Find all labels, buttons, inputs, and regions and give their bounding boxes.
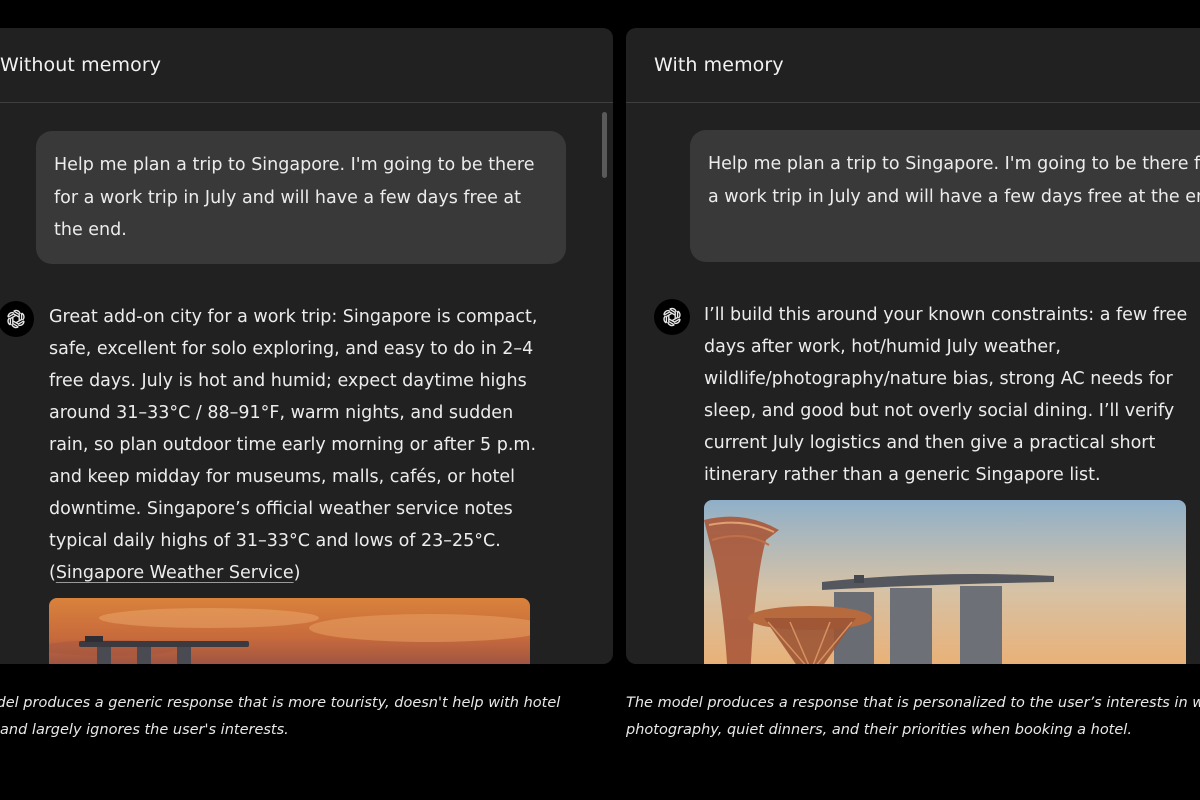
caption-line: The model produces a response that is pe…	[626, 695, 1200, 711]
assistant-response: Great add-on city for a work trip: Singa…	[49, 301, 549, 589]
citation-link[interactable]: Singapore Weather Service	[56, 563, 294, 583]
panel-header: Without memory	[0, 28, 613, 103]
openai-logo-icon	[654, 299, 690, 335]
panel-title: Without memory	[0, 54, 162, 76]
user-message-bubble: Help me plan a trip to Singapore. I'm go…	[36, 131, 566, 264]
with-memory-panel: With memory Help me plan a trip to Singa…	[626, 28, 1200, 664]
panel-title: With memory	[654, 54, 784, 76]
assistant-response-text: I’ll build this around your known constr…	[704, 305, 1188, 485]
user-message-bubble: Help me plan a trip to Singapore. I'm go…	[690, 130, 1200, 262]
citation-close: )	[293, 563, 301, 583]
marina-bay-sands-photo	[704, 500, 1186, 664]
left-caption: e model produces a generic response that…	[0, 690, 560, 744]
singapore-sunset-photo	[49, 598, 530, 664]
openai-logo-icon	[0, 301, 34, 337]
caption-line: king, and largely ignores the user's int…	[0, 722, 289, 738]
caption-line: e model produces a generic response that…	[0, 695, 561, 711]
caption-line: photography, quiet dinners, and their pr…	[626, 722, 1132, 738]
assistant-response: I’ll build this around your known constr…	[704, 299, 1200, 491]
scrollbar-thumb[interactable]	[602, 112, 607, 178]
assistant-response-text: Great add-on city for a work trip: Singa…	[49, 307, 538, 583]
user-message-text: Help me plan a trip to Singapore. I'm go…	[54, 155, 535, 240]
right-caption: The model produces a response that is pe…	[626, 690, 1200, 744]
panel-header: With memory	[626, 28, 1200, 103]
user-message-text: Help me plan a trip to Singapore. I'm go…	[708, 154, 1200, 207]
without-memory-panel: Without memory Help me plan a trip to Si…	[0, 28, 613, 664]
